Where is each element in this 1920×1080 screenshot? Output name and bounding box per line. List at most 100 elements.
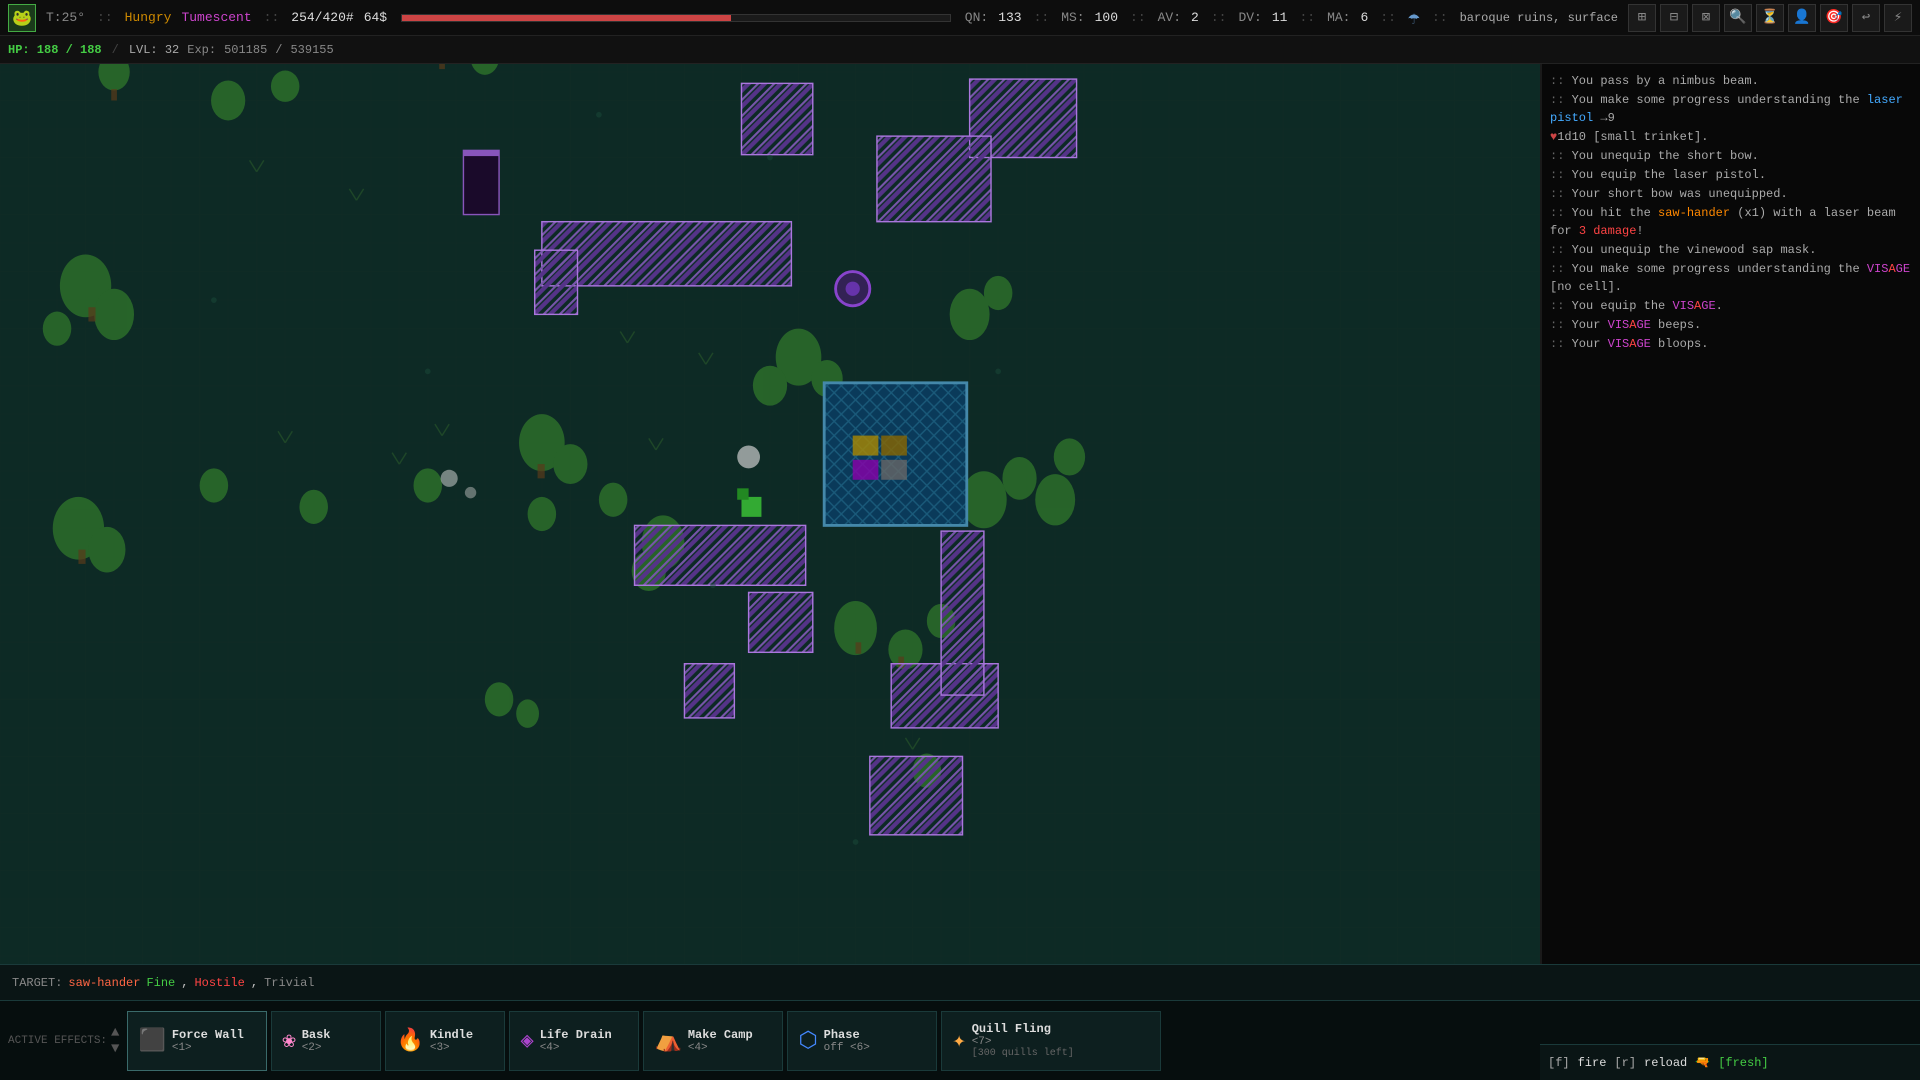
div1: :: bbox=[97, 10, 113, 25]
game-viewport[interactable] bbox=[0, 64, 1540, 964]
div2: :: bbox=[264, 10, 280, 25]
quill-fling-info: Quill Fling <7> [300 quills left] bbox=[972, 1022, 1074, 1059]
icon-btn-4[interactable]: 🔍 bbox=[1724, 4, 1752, 32]
div8: :: bbox=[1432, 10, 1448, 25]
force-wall-info: Force Wall <1> bbox=[172, 1028, 244, 1054]
bottom-section: TARGET: saw-hander Fine, Hostile, Trivia… bbox=[0, 964, 1920, 1080]
icon-btn-6[interactable]: 👤 bbox=[1788, 4, 1816, 32]
message-log-panel: :: You pass by a nimbus beam. :: You mak… bbox=[1540, 64, 1920, 964]
quill-fling-name: Quill Fling bbox=[972, 1022, 1074, 1036]
action-bar: [f] fire [r] reload 🔫 [fresh] bbox=[1540, 1044, 1920, 1080]
icon-btn-9[interactable]: ⚡ bbox=[1884, 4, 1912, 32]
hp-bar bbox=[401, 14, 951, 22]
quill-fling-key: <7> bbox=[972, 1036, 1074, 1048]
log-line-4: :: You unequip the short bow. bbox=[1550, 147, 1912, 165]
life-drain-name: Life Drain bbox=[540, 1028, 612, 1042]
qn-value: 133 bbox=[998, 10, 1021, 25]
kindle-icon: 🔥 bbox=[396, 1028, 423, 1054]
quill-fling-extra: [300 quills left] bbox=[972, 1048, 1074, 1059]
dv-label: DV: bbox=[1238, 10, 1261, 25]
force-wall-name: Force Wall bbox=[172, 1028, 244, 1042]
av-value: 2 bbox=[1191, 10, 1199, 25]
exp-label: Exp: bbox=[187, 43, 216, 57]
make-camp-info: Make Camp <4> bbox=[688, 1028, 753, 1054]
kindle-info: Kindle <3> bbox=[430, 1028, 473, 1054]
life-drain-key: <4> bbox=[540, 1042, 612, 1054]
make-camp-icon: ⛺ bbox=[654, 1028, 681, 1054]
ability-bask[interactable]: ❀ Bask <2> bbox=[271, 1011, 381, 1071]
condition-status: Tumescent bbox=[181, 10, 251, 25]
target-name: saw-hander bbox=[68, 976, 140, 990]
exp-current: 501185 bbox=[224, 43, 267, 57]
umbrella-icon: ☂ bbox=[1408, 5, 1420, 31]
log-line-8: :: You unequip the vinewood sap mask. bbox=[1550, 241, 1912, 259]
phase-icon: ⬡ bbox=[798, 1028, 817, 1054]
ability-phase[interactable]: ⬡ Phase off <6> bbox=[787, 1011, 937, 1071]
icon-btn-2[interactable]: ⊟ bbox=[1660, 4, 1688, 32]
life-drain-icon: ◈ bbox=[520, 1028, 533, 1054]
dv-value: 11 bbox=[1272, 10, 1288, 25]
hp-display: HP: 188 / 188 bbox=[8, 43, 102, 57]
qn-label: QN: bbox=[965, 10, 988, 25]
av-label: AV: bbox=[1158, 10, 1181, 25]
kindle-name: Kindle bbox=[430, 1028, 473, 1042]
reload-label: reload bbox=[1644, 1056, 1687, 1070]
icon-btn-1[interactable]: ⊞ bbox=[1628, 4, 1656, 32]
active-effects-label: ACTIVE EFFECTS: bbox=[8, 1035, 107, 1047]
lvl-display: LVL: 32 bbox=[129, 43, 179, 57]
div6: :: bbox=[1299, 10, 1315, 25]
log-line-10: :: You equip the VISAGE. bbox=[1550, 297, 1912, 315]
money: 64$ bbox=[364, 10, 387, 25]
ability-up-arrow[interactable]: ▲ bbox=[111, 1026, 119, 1040]
div9: / bbox=[112, 43, 119, 57]
log-line-5: :: You equip the laser pistol. bbox=[1550, 166, 1912, 184]
ability-nav[interactable]: ▲ ▼ bbox=[111, 1026, 119, 1056]
ability-down-arrow[interactable]: ▼ bbox=[111, 1042, 119, 1056]
hp-fraction: 254/420# bbox=[291, 10, 353, 25]
target-action-row: TARGET: saw-hander Fine, Hostile, Trivia… bbox=[0, 964, 1920, 1000]
log-line-7: :: You hit the saw-hander (x1) with a la… bbox=[1550, 204, 1912, 240]
icon-btn-7[interactable]: 🎯 bbox=[1820, 4, 1848, 32]
make-camp-name: Make Camp bbox=[688, 1028, 753, 1042]
ms-value: 100 bbox=[1095, 10, 1118, 25]
ma-label: MA: bbox=[1327, 10, 1350, 25]
kindle-key: <3> bbox=[430, 1042, 473, 1054]
icon-btn-5[interactable]: ⏳ bbox=[1756, 4, 1784, 32]
log-line-12: :: Your VISAGE bloops. bbox=[1550, 335, 1912, 353]
force-wall-key: <1> bbox=[172, 1042, 244, 1054]
ability-quill-fling[interactable]: ✦ Quill Fling <7> [300 quills left] bbox=[941, 1011, 1161, 1071]
ms-label: MS: bbox=[1061, 10, 1084, 25]
div4: :: bbox=[1130, 10, 1146, 25]
div3: :: bbox=[1034, 10, 1050, 25]
ability-kindle[interactable]: 🔥 Kindle <3> bbox=[385, 1011, 505, 1071]
phase-name: Phase bbox=[824, 1028, 870, 1042]
target-hostile: Hostile bbox=[194, 976, 244, 990]
ability-make-camp[interactable]: ⛺ Make Camp <4> bbox=[643, 1011, 783, 1071]
reload-key: [r] bbox=[1614, 1056, 1636, 1070]
turn-label: T:25° bbox=[46, 10, 85, 25]
phase-key: off <6> bbox=[824, 1042, 870, 1054]
bask-key: <2> bbox=[302, 1042, 331, 1054]
fire-label: fire bbox=[1578, 1056, 1607, 1070]
bask-icon: ❀ bbox=[282, 1028, 295, 1054]
ability-life-drain[interactable]: ◈ Life Drain <4> bbox=[509, 1011, 639, 1071]
target-fine: Fine bbox=[146, 976, 175, 990]
gun-icon: 🔫 bbox=[1695, 1055, 1710, 1070]
location-text: baroque ruins, surface bbox=[1460, 11, 1618, 25]
div5: :: bbox=[1211, 10, 1227, 25]
bask-info: Bask <2> bbox=[302, 1028, 331, 1054]
active-effects-section: ACTIVE EFFECTS: bbox=[8, 1035, 107, 1047]
hp-bar-fill bbox=[402, 15, 731, 21]
life-drain-info: Life Drain <4> bbox=[540, 1028, 612, 1054]
log-line-6: :: Your short bow was unequipped. bbox=[1550, 185, 1912, 203]
ability-force-wall[interactable]: ⬛ Force Wall <1> bbox=[127, 1011, 267, 1071]
player-icon: 🐸 bbox=[8, 4, 36, 32]
make-camp-key: <4> bbox=[688, 1042, 753, 1054]
log-line-1: :: You pass by a nimbus beam. bbox=[1550, 72, 1912, 90]
fresh-label: [fresh] bbox=[1718, 1056, 1768, 1070]
fire-key: [f] bbox=[1548, 1056, 1570, 1070]
icon-btn-3[interactable]: ⊠ bbox=[1692, 4, 1720, 32]
target-label: TARGET: bbox=[12, 976, 62, 990]
icon-btn-8[interactable]: ↩ bbox=[1852, 4, 1880, 32]
force-wall-icon: ⬛ bbox=[138, 1028, 165, 1054]
